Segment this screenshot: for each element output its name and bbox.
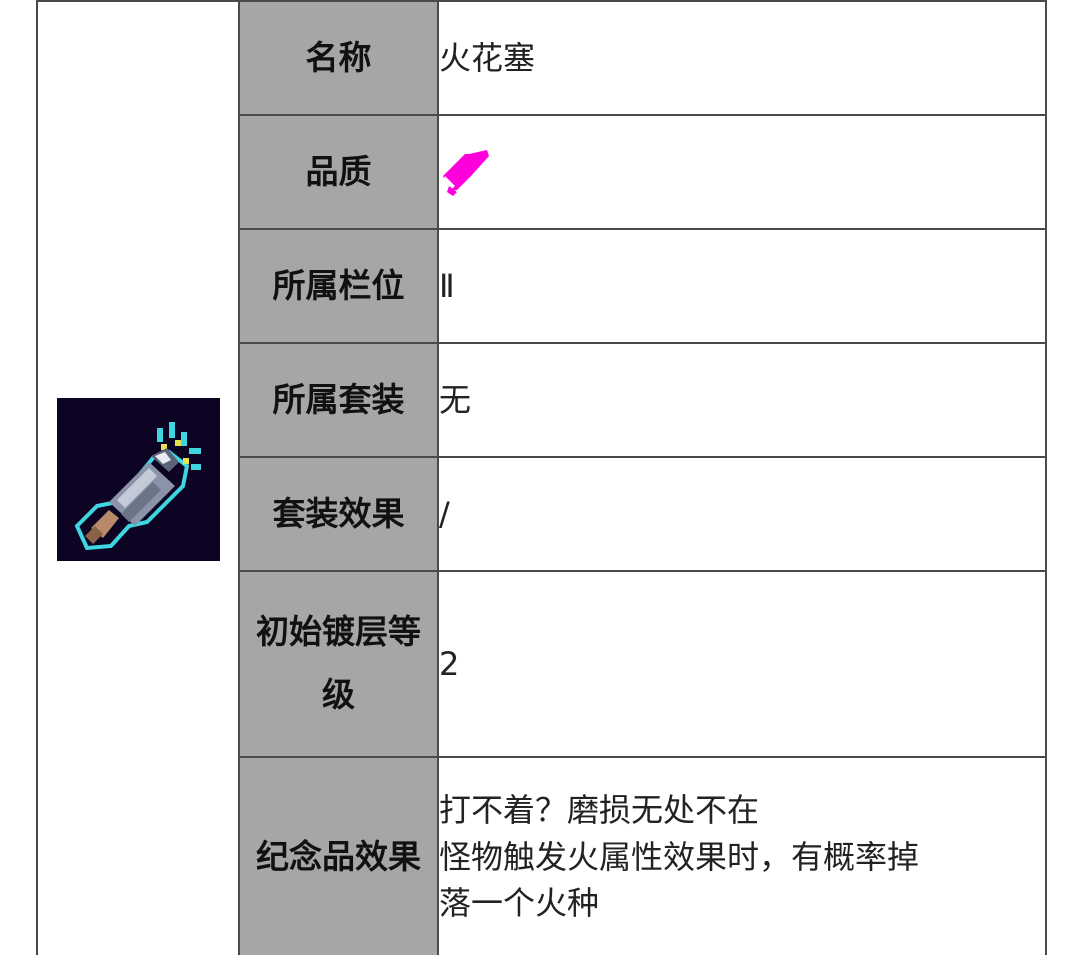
row-label: 所属栏位 bbox=[238, 228, 439, 344]
set-effect-value: / bbox=[437, 456, 1047, 572]
item-info-table: 名称 火花塞 品质 所属栏位 Ⅱ 所属套装 无 套装效果 / 初始镀层等级 2 … bbox=[36, 0, 1047, 955]
spark-plug-item-icon bbox=[56, 397, 220, 561]
row-label: 套装效果 bbox=[238, 456, 439, 572]
row-label: 所属套装 bbox=[238, 342, 439, 458]
row-label: 品质 bbox=[238, 114, 439, 230]
row-label: 纪念品效果 bbox=[238, 756, 439, 955]
table-row: 名称 火花塞 bbox=[36, 0, 1047, 955]
souvenir-effect-line: 落一个火种 bbox=[439, 884, 600, 923]
souvenir-effect-line: 打不着？磨损无处不在 bbox=[439, 791, 760, 830]
coating-level-value: 2 bbox=[437, 570, 1047, 758]
item-name-value: 火花塞 bbox=[437, 0, 1047, 116]
item-image-cell bbox=[36, 0, 240, 955]
souvenir-effect-line: 怪物触发火属性效果时，有概率掉 bbox=[439, 837, 920, 876]
quality-value bbox=[437, 114, 1047, 230]
set-value: 无 bbox=[437, 342, 1047, 458]
slot-value: Ⅱ bbox=[437, 228, 1047, 344]
row-label: 名称 bbox=[238, 0, 439, 116]
row-label: 初始镀层等级 bbox=[238, 570, 439, 758]
souvenir-effect-value: 打不着？磨损无处不在 怪物触发火属性效果时，有概率掉 落一个火种 bbox=[437, 756, 1047, 955]
item-info-page: 名称 火花塞 品质 所属栏位 Ⅱ 所属套装 无 套装效果 / 初始镀层等级 2 … bbox=[0, 0, 1080, 955]
magenta-quality-gem-icon bbox=[443, 150, 489, 196]
